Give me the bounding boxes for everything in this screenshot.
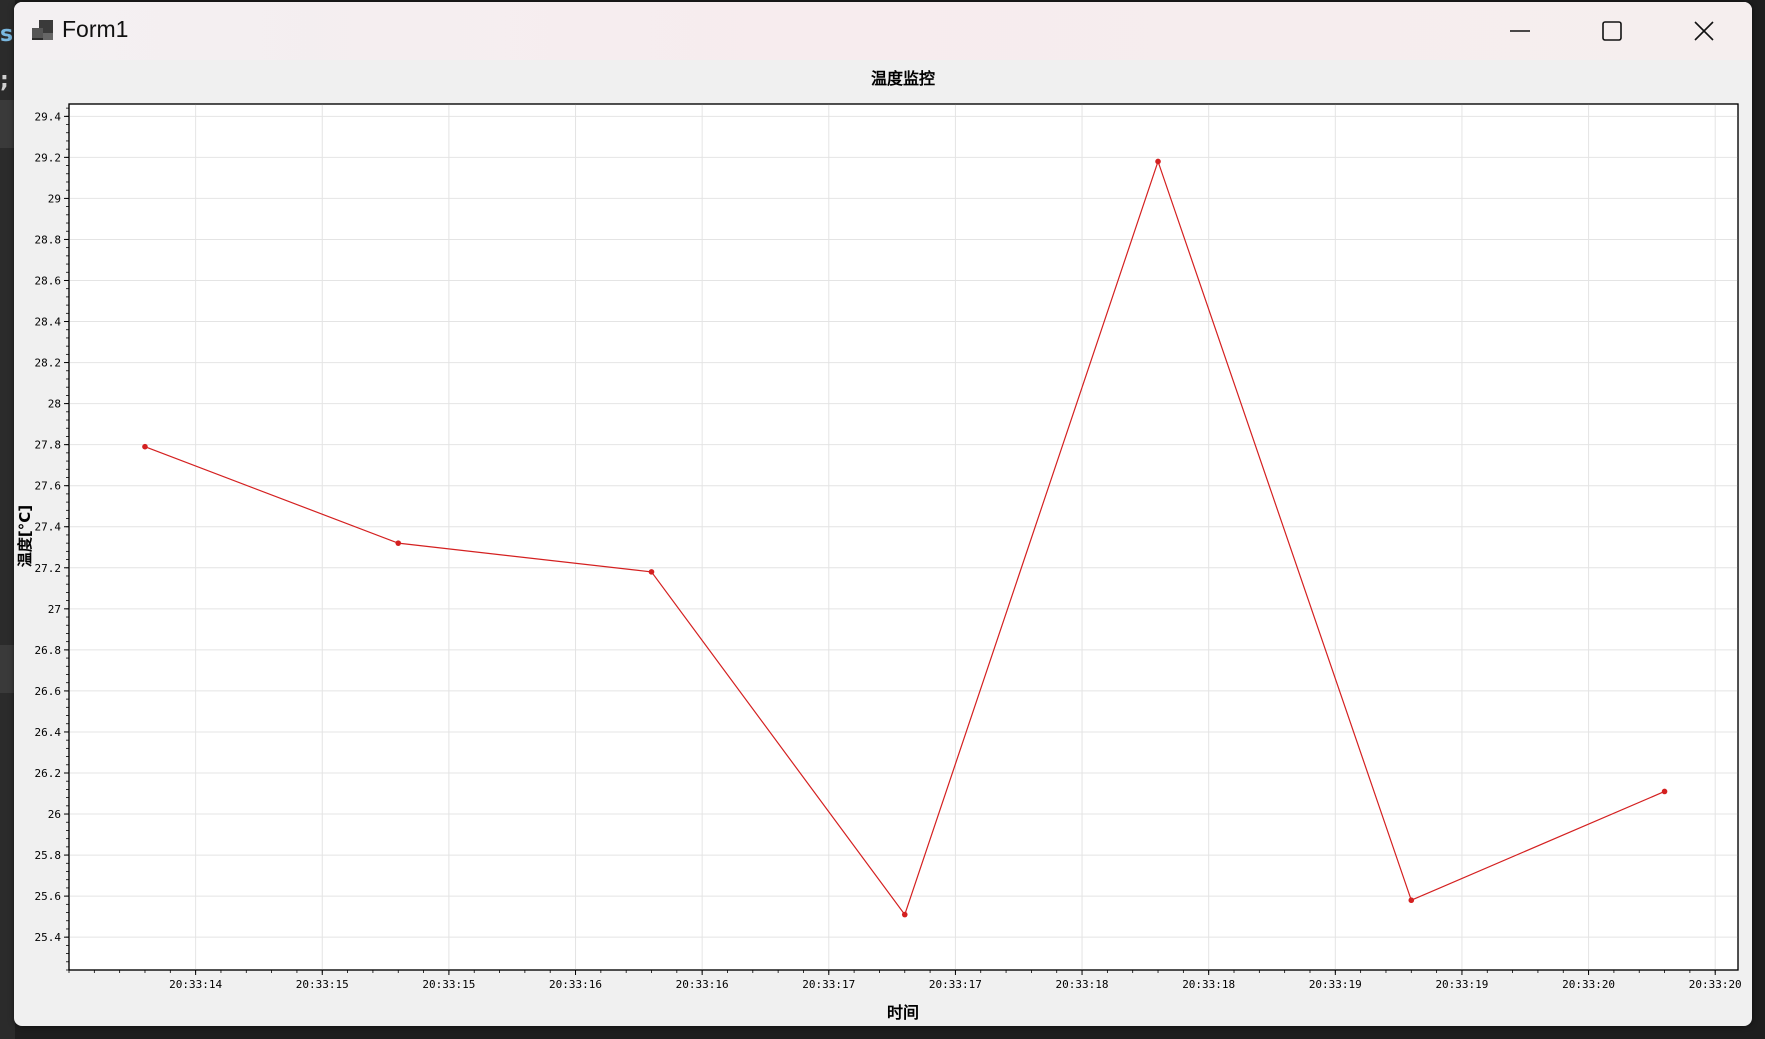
y-tick-label: 25.6 xyxy=(35,890,62,903)
x-tick-label: 20:33:16 xyxy=(549,978,602,991)
y-tick-label: 26.2 xyxy=(35,767,62,780)
background-glyph: ; xyxy=(0,68,9,93)
x-tick-label: 20:33:19 xyxy=(1435,978,1488,991)
background-editor-strip: s ; xyxy=(0,0,15,1039)
y-tick-label: 27 xyxy=(48,603,61,616)
background-glyph: s xyxy=(0,22,14,47)
plot-area xyxy=(68,103,1739,971)
y-tick-label: 25.8 xyxy=(35,849,62,862)
x-tick-label: 20:33:19 xyxy=(1309,978,1362,991)
y-tick-label: 28.6 xyxy=(35,274,62,287)
minimize-button[interactable] xyxy=(1474,2,1566,60)
y-tick-label: 28.4 xyxy=(35,316,62,329)
data-point xyxy=(1155,158,1161,165)
x-tick-label: 20:33:15 xyxy=(296,978,349,991)
x-axis-label: 时间 xyxy=(887,1003,919,1022)
y-tick-label: 29.4 xyxy=(35,110,62,123)
y-tick-label: 26.8 xyxy=(35,644,62,657)
data-point xyxy=(1661,788,1668,795)
y-tick-label: 26.4 xyxy=(35,726,62,739)
maximize-button[interactable] xyxy=(1566,2,1658,60)
x-tick-label: 20:33:20 xyxy=(1689,978,1742,991)
chart-title: 温度监控 xyxy=(870,69,935,88)
title-bar[interactable]: Form1 xyxy=(14,2,1752,60)
y-axis: 25.4 25.6 25.8 26 26.2 26.4 26.6 26.8 27 27.2 27.4… xyxy=(35,107,69,971)
y-tick-label: 27.2 xyxy=(35,562,62,575)
x-tick-label: 20:33:17 xyxy=(802,978,855,991)
window-title: Form1 xyxy=(62,16,129,42)
y-tick-label: 28.2 xyxy=(35,357,62,370)
y-tick-label: 26 xyxy=(48,808,61,821)
app-icon xyxy=(32,20,53,40)
y-tick-label: 28 xyxy=(48,398,61,411)
y-tick-label: 29.2 xyxy=(35,151,62,164)
y-tick-label: 26.6 xyxy=(35,685,62,698)
x-tick-label: 20:33:16 xyxy=(676,978,729,991)
data-point xyxy=(1408,897,1415,904)
x-tick-label: 20:33:18 xyxy=(1056,978,1109,991)
data-point xyxy=(395,540,402,546)
y-tick-label: 27.6 xyxy=(35,480,62,493)
close-icon xyxy=(1694,21,1714,41)
background-panel xyxy=(0,645,15,693)
chart-control: 温度监控 25.4 25.6 25.8 26 26.2 26.4 26.6 26.8 27 27.… xyxy=(14,60,1752,1026)
x-tick-label: 20:33:18 xyxy=(1182,978,1235,991)
y-tick-label: 28.8 xyxy=(35,233,62,246)
background-panel xyxy=(0,100,15,148)
y-axis-label: 温度[°C] xyxy=(16,505,34,567)
x-tick-label: 20:33:15 xyxy=(422,978,475,991)
x-tick-label: 20:33:14 xyxy=(169,978,222,991)
y-tick-label: 27.4 xyxy=(35,521,62,534)
data-point xyxy=(142,443,148,450)
y-tick-label: 29 xyxy=(48,192,61,205)
y-tick-label: 25.4 xyxy=(35,931,62,944)
temperature-chart: 温度监控 25.4 25.6 25.8 26 26.2 26.4 26.6 26.8 27 27.… xyxy=(16,69,1742,1022)
x-tick-label: 20:33:17 xyxy=(929,978,982,991)
y-tick-label: 27.8 xyxy=(35,439,62,452)
form-window: Form1 温度监控 25.4 25.6 25.8 26 26.2 26.4 26.6 26.… xyxy=(14,2,1752,1026)
data-point xyxy=(648,569,655,575)
data-point xyxy=(901,911,908,918)
x-tick-label: 20:33:20 xyxy=(1562,978,1615,991)
maximize-icon xyxy=(1602,21,1622,41)
minimize-icon xyxy=(1510,30,1530,32)
close-button[interactable] xyxy=(1658,2,1750,60)
x-axis: 20:33:14 20:33:15 20:33:15 20:33:16 20:33:16… xyxy=(68,970,1742,991)
